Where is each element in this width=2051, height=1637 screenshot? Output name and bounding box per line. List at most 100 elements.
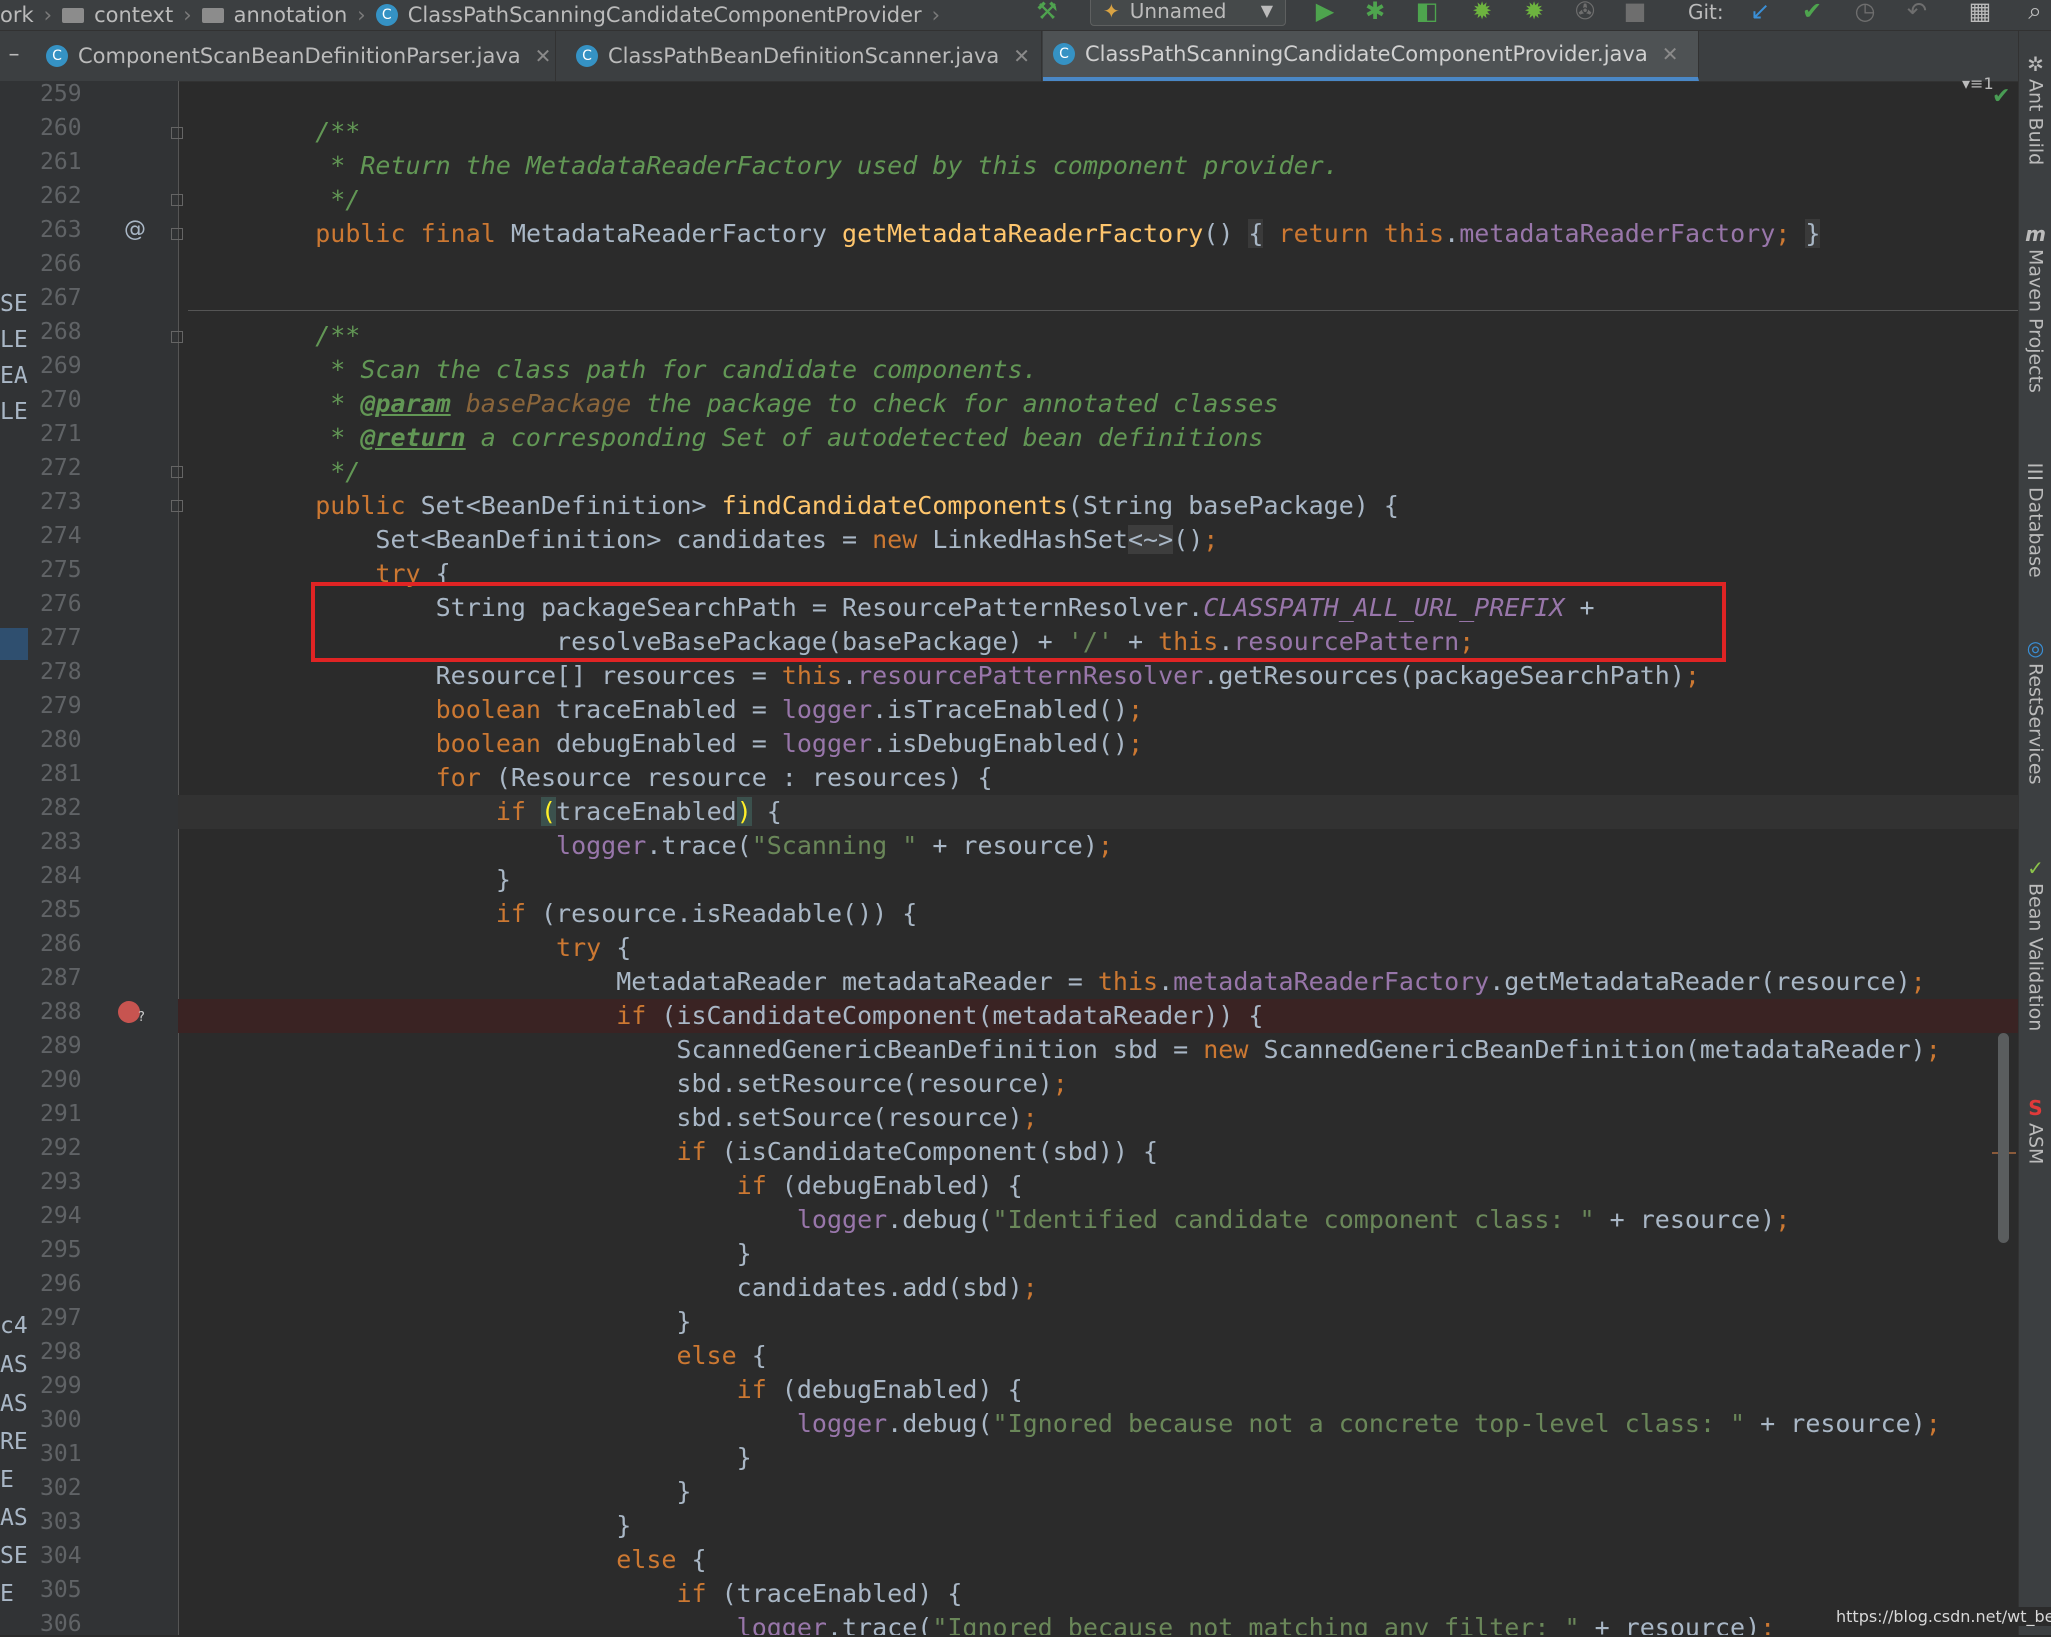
collapse-icon[interactable]: – xyxy=(0,31,28,81)
tool-label: ASM xyxy=(2024,1123,2047,1165)
tree-item-text[interactable]: ASI xyxy=(0,1391,28,1417)
tool-maven-projects[interactable]: m Maven Projects xyxy=(2019,223,2051,393)
code-line: Set<BeanDefinition> candidates = new Lin… xyxy=(255,525,1219,554)
bean-validation-icon: ✓ xyxy=(2027,856,2044,880)
run-icon[interactable]: ▶ xyxy=(1310,0,1340,26)
line-number: 271 xyxy=(40,421,82,447)
tree-item-text[interactable]: SE xyxy=(0,291,28,317)
attach-debugger-icon[interactable]: ✇ xyxy=(1570,0,1600,26)
tree-item-text[interactable]: c4. xyxy=(0,1313,28,1339)
line-number: 260 xyxy=(40,115,82,141)
close-icon[interactable]: ✕ xyxy=(1013,44,1030,68)
code-line: candidates.add(sbd); xyxy=(255,1273,1038,1302)
selected-tree-row[interactable] xyxy=(0,628,28,660)
close-icon[interactable]: ✕ xyxy=(535,44,552,68)
code-line: Resource[] resources = this.resourcePatt… xyxy=(255,661,1700,690)
close-icon[interactable]: ✕ xyxy=(1662,42,1679,66)
tool-database[interactable]: ☰ Database xyxy=(2019,461,2051,578)
stop-icon[interactable]: ■ xyxy=(1620,0,1650,26)
line-number: 276 xyxy=(40,591,82,617)
tree-item-text[interactable]: RE xyxy=(0,1429,28,1455)
git-history-icon[interactable]: ◷ xyxy=(1850,0,1880,26)
code-line: MetadataReader metadataReader = this.met… xyxy=(255,967,1926,996)
breakpoint-icon[interactable] xyxy=(118,1001,140,1023)
line-number: 296 xyxy=(40,1271,82,1297)
breadcrumb-item[interactable]: context xyxy=(94,3,173,27)
editor-gutter[interactable]: 259 260 261 262 263 266 267 268 269 270 … xyxy=(28,81,179,1637)
tree-item-text[interactable]: LE xyxy=(0,327,28,353)
line-number: 277 xyxy=(40,625,82,651)
line-number: 286 xyxy=(40,931,82,957)
tab-component-scan-bean-definition-parser[interactable]: C ComponentScanBeanDefinitionParser.java… xyxy=(36,31,556,81)
tree-item-text[interactable]: ASE xyxy=(0,1505,28,1531)
run-configuration-select[interactable]: ✦ Unnamed ▼ xyxy=(1090,0,1286,26)
breadcrumb-item[interactable]: annotation xyxy=(234,3,348,27)
breadcrumb-separator-icon: › xyxy=(183,3,192,27)
line-number: 287 xyxy=(40,965,82,991)
line-number: 273 xyxy=(40,489,82,515)
code-editor[interactable]: /** * Return the MetadataReaderFactory u… xyxy=(178,81,2018,1635)
line-number: 293 xyxy=(40,1169,82,1195)
tool-asm[interactable]: S ASM xyxy=(2019,1097,2051,1164)
git-commit-icon[interactable]: ✔ xyxy=(1797,0,1827,26)
code-line: if (debugEnabled) { xyxy=(736,1375,1023,1404)
ant-icon: ✲ xyxy=(2027,52,2044,76)
tab-label: ComponentScanBeanDefinitionParser.java xyxy=(78,44,521,68)
package-folder-icon xyxy=(62,7,85,23)
breadcrumb-item[interactable]: ork xyxy=(0,3,34,27)
tree-item-text[interactable]: SE xyxy=(0,1543,28,1569)
line-number: 282 xyxy=(40,795,82,821)
line-number: 295 xyxy=(40,1237,82,1263)
method-separator xyxy=(188,310,2018,311)
editor-tab-bar: – C ComponentScanBeanDefinitionParser.ja… xyxy=(0,31,2020,93)
git-update-icon[interactable]: ↙ xyxy=(1745,0,1775,26)
line-number: 275 xyxy=(40,557,82,583)
override-marker-icon[interactable]: @ xyxy=(124,217,146,242)
line-number: 267 xyxy=(40,285,82,311)
build-hammer-icon[interactable]: ⚒ xyxy=(1032,0,1062,26)
code-line: */ xyxy=(255,185,361,214)
breadcrumb-separator-icon: › xyxy=(357,3,366,27)
code-line: if (debugEnabled) { xyxy=(736,1171,1023,1200)
code-line: if (traceEnabled) { xyxy=(676,1579,963,1608)
tree-item-text[interactable]: E xyxy=(0,1467,14,1493)
code-line: sbd.setSource(resource); xyxy=(255,1103,1038,1132)
line-number: 300 xyxy=(40,1407,82,1433)
database-icon: ☰ xyxy=(2026,460,2045,484)
tab-class-path-bean-definition-scanner[interactable]: C ClassPathBeanDefinitionScanner.java ✕ xyxy=(566,31,1042,81)
tool-ant-build[interactable]: ✲ Ant Build xyxy=(2019,53,2051,165)
code-line: public Set<BeanDefinition> findCandidate… xyxy=(315,491,1399,520)
project-structure-icon[interactable]: ▦ xyxy=(1965,0,1995,26)
line-number: 272 xyxy=(40,455,82,481)
tool-rest-services[interactable]: ◎ RestServices xyxy=(2019,637,2051,785)
line-number: 298 xyxy=(40,1339,82,1365)
jrebel-debug-icon[interactable]: ✹ xyxy=(1517,0,1551,26)
line-number: 274 xyxy=(40,523,82,549)
line-number: 299 xyxy=(40,1373,82,1399)
code-line: sbd.setResource(resource); xyxy=(255,1069,1068,1098)
tree-item-text[interactable]: EA xyxy=(0,363,28,389)
tab-label: ClassPathScanningCandidateComponentProvi… xyxy=(1085,42,1648,66)
vertical-scrollbar[interactable] xyxy=(1998,1033,2009,1243)
search-icon[interactable]: ⌕ xyxy=(2020,0,2050,26)
tab-class-path-scanning-candidate-component-provider[interactable]: C ClassPathScanningCandidateComponentPro… xyxy=(1043,31,1699,81)
git-rollback-icon[interactable]: ↶ xyxy=(1902,0,1932,26)
line-number: 304 xyxy=(40,1543,82,1569)
tree-item-text[interactable]: LE xyxy=(0,399,28,425)
inspection-ok-icon[interactable]: ✔ xyxy=(1992,84,2010,109)
line-number: 280 xyxy=(40,727,82,753)
coverage-icon[interactable]: ◧ xyxy=(1410,0,1444,26)
code-line: logger.debug("Identified candidate compo… xyxy=(796,1205,1791,1234)
tree-item-text[interactable]: E xyxy=(0,1581,14,1607)
jrebel-run-icon[interactable]: ✹ xyxy=(1465,0,1499,26)
breadcrumb-item[interactable]: ClassPathScanningCandidateComponentProvi… xyxy=(408,3,922,27)
highlight-annotation-box xyxy=(311,582,1726,662)
code-line: * @return a corresponding Set of autodet… xyxy=(255,423,1264,452)
code-line: */ xyxy=(255,457,361,486)
code-line: try { xyxy=(556,933,632,962)
tool-bean-validation[interactable]: ✓ Bean Validation xyxy=(2019,857,2051,1031)
tree-item-text[interactable]: ASI xyxy=(0,1352,28,1378)
code-line: boolean traceEnabled = logger.isTraceEna… xyxy=(435,695,1144,724)
debug-icon[interactable]: ✱ xyxy=(1360,0,1390,26)
line-number: 291 xyxy=(40,1101,82,1127)
